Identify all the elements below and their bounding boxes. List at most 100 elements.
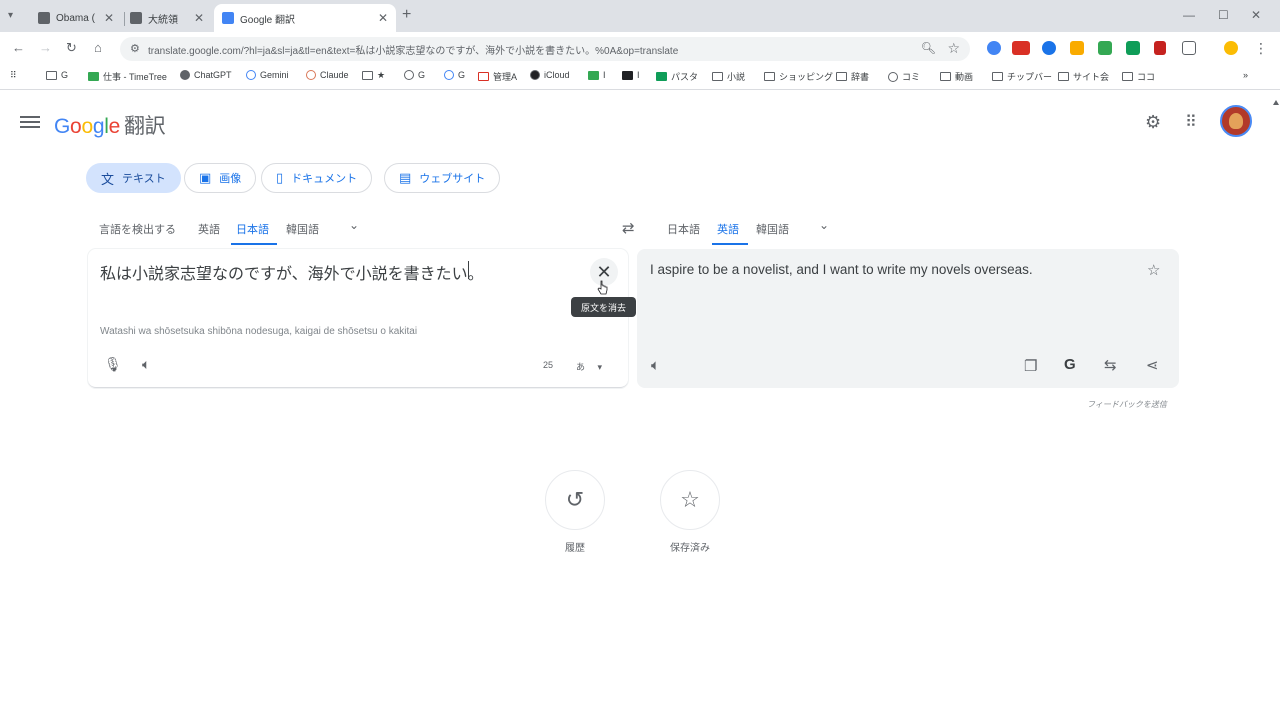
tab-search-icon[interactable]: ▾	[8, 10, 13, 21]
extension-icon[interactable]	[987, 41, 1001, 55]
target-lang-korean[interactable]: 韓国語	[756, 221, 789, 237]
bookmark-item[interactable]: チップバー	[992, 70, 1052, 83]
target-lang-japanese[interactable]: 日本語	[667, 221, 700, 237]
back-icon[interactable]: ←	[12, 40, 25, 55]
history-button[interactable]: ↺	[545, 470, 605, 530]
mode-image-button[interactable]: ▣ 画像	[184, 163, 257, 193]
timetree-icon	[88, 72, 99, 81]
zoom-icon[interactable]: 🔍︎	[921, 41, 936, 55]
bookmark-label: I	[603, 70, 606, 80]
google-g-icon[interactable]: G	[1064, 356, 1076, 373]
close-tab-icon[interactable]: ✕	[104, 11, 114, 25]
close-window-icon[interactable]: ✕	[1251, 8, 1261, 22]
bookmark-item[interactable]: 管理A	[478, 70, 517, 83]
main-menu-icon[interactable]	[20, 113, 40, 129]
bookmark-star-icon[interactable]: ☆	[947, 40, 960, 57]
bookmark-item[interactable]: コミ	[888, 70, 920, 83]
save-translation-star-icon[interactable]: ☆	[1147, 261, 1160, 279]
bookmark-item[interactable]: ショッピング	[764, 70, 833, 83]
mode-website-button[interactable]: ▤ ウェブサイト	[384, 163, 501, 193]
apps-grid-icon[interactable]: ⠿	[10, 70, 17, 81]
bookmark-item[interactable]: 動画	[940, 70, 973, 83]
google-translate-favicon-icon	[222, 12, 234, 24]
copy-icon[interactable]: ❐	[1024, 357, 1037, 375]
bookmark-label: ショッピング	[779, 72, 834, 82]
extension-icon[interactable]	[1042, 41, 1056, 55]
bookmark-item[interactable]: パスタ	[656, 70, 698, 83]
microphone-icon[interactable]: 🎙︎	[104, 356, 122, 373]
source-lang-detect[interactable]: 言語を検出する	[99, 221, 176, 237]
browser-tab[interactable]: 大統領 ✕	[122, 4, 212, 32]
extension-icon[interactable]	[1070, 41, 1084, 55]
share-icon[interactable]: ⋖	[1146, 356, 1159, 374]
source-lang-japanese[interactable]: 日本語	[236, 221, 269, 237]
forward-icon[interactable]: →	[39, 40, 52, 55]
swap-languages-icon[interactable]: ⇄	[622, 219, 635, 237]
mode-text-button[interactable]: 文テキスト	[86, 163, 181, 193]
bookmark-item[interactable]: 小説	[712, 70, 745, 83]
bookmark-item[interactable]: 仕事 - TimeTree	[88, 70, 167, 83]
profile-icon[interactable]	[1224, 41, 1238, 55]
mode-document-button[interactable]: ▯ ドキュメント	[261, 163, 373, 193]
site-info-icon[interactable]: ⚙	[130, 42, 140, 55]
browser-menu-icon[interactable]: ⋮	[1254, 40, 1268, 57]
input-tools-select[interactable]: あ ▾	[576, 360, 602, 373]
new-tab-icon[interactable]: +	[402, 6, 411, 24]
listen-translation-icon[interactable]: 🔈︎	[651, 357, 660, 374]
bookmark-label: G	[418, 70, 426, 80]
target-lang-english[interactable]: 英語	[717, 221, 739, 237]
settings-gear-icon[interactable]: ⚙	[1145, 112, 1161, 133]
reload-icon[interactable]: ↻	[66, 40, 77, 56]
extension-icon[interactable]	[1154, 41, 1166, 55]
bookmark-item[interactable]: ココ	[1122, 70, 1155, 83]
url-text[interactable]: translate.google.com/?hl=ja&sl=ja&tl=en&…	[148, 42, 908, 57]
source-lang-korean[interactable]: 韓国語	[286, 221, 319, 237]
bookmark-item[interactable]: I	[622, 70, 640, 80]
close-tab-icon[interactable]: ✕	[194, 11, 204, 25]
send-feedback-link[interactable]: フィードバックを送信	[1087, 399, 1167, 410]
account-avatar[interactable]	[1220, 105, 1252, 137]
home-icon[interactable]: ⌂	[94, 40, 102, 55]
bookmark-item[interactable]: G	[444, 70, 465, 80]
browser-tab-active[interactable]: Google 翻訳 ✕	[214, 4, 396, 32]
more-bookmarks-icon[interactable]: »	[1243, 70, 1248, 80]
gmail-icon	[478, 72, 489, 81]
image-icon: ▣	[199, 170, 212, 185]
chevron-down-icon[interactable]: ⌄	[819, 218, 829, 232]
extension-icon[interactable]	[1012, 41, 1030, 55]
folder-icon	[362, 71, 373, 80]
bookmark-item[interactable]: 辞書	[836, 70, 869, 83]
bookmark-item[interactable]: Claude	[306, 70, 349, 80]
close-tab-icon[interactable]: ✕	[378, 11, 388, 25]
source-text-input[interactable]: 私は小説家志望なのですが、海外で小説を書きたい。	[100, 260, 484, 284]
chevron-down-icon[interactable]: ⌄	[349, 218, 359, 232]
google-translate-logo[interactable]: Google 翻訳	[54, 110, 166, 140]
gemini-icon	[246, 70, 256, 80]
extensions-puzzle-icon[interactable]	[1182, 41, 1196, 55]
address-bar[interactable]: ⚙ translate.google.com/?hl=ja&sl=ja&tl=e…	[120, 37, 970, 61]
saved-button[interactable]: ☆	[660, 470, 720, 530]
minimize-icon[interactable]: —	[1183, 8, 1195, 22]
page-scrollbar[interactable]	[1271, 96, 1280, 720]
bookmark-item[interactable]: G	[46, 70, 68, 80]
clear-tooltip: 原文を消去	[571, 297, 636, 317]
browser-tab[interactable]: Obama ( ✕	[30, 4, 122, 32]
extension-icon[interactable]	[1098, 41, 1112, 55]
bookmark-item[interactable]: I	[588, 70, 606, 80]
mode-website-label: ウェブサイト	[419, 173, 486, 185]
bookmark-item[interactable]: G	[404, 70, 425, 80]
bookmark-item[interactable]: iCloud	[530, 70, 570, 80]
bookmark-item[interactable]: ChatGPT	[180, 70, 232, 80]
bookmark-label: 辞書	[851, 72, 870, 82]
scroll-up-arrow-icon[interactable]	[1273, 100, 1279, 105]
google-apps-icon[interactable]: ⠿	[1185, 112, 1197, 132]
bookmark-item[interactable]: Gemini	[246, 70, 289, 80]
extension-icon[interactable]	[1126, 41, 1140, 55]
maximize-icon[interactable]: ☐	[1218, 8, 1229, 22]
bookmark-item[interactable]: ★	[362, 70, 385, 81]
bookmark-label: iCloud	[544, 70, 570, 80]
bookmark-item[interactable]: サイト会	[1058, 70, 1109, 83]
source-lang-english[interactable]: 英語	[198, 221, 220, 237]
rate-translation-icon[interactable]: ⇆	[1104, 356, 1117, 374]
listen-source-icon[interactable]: 🔈︎	[142, 356, 150, 373]
